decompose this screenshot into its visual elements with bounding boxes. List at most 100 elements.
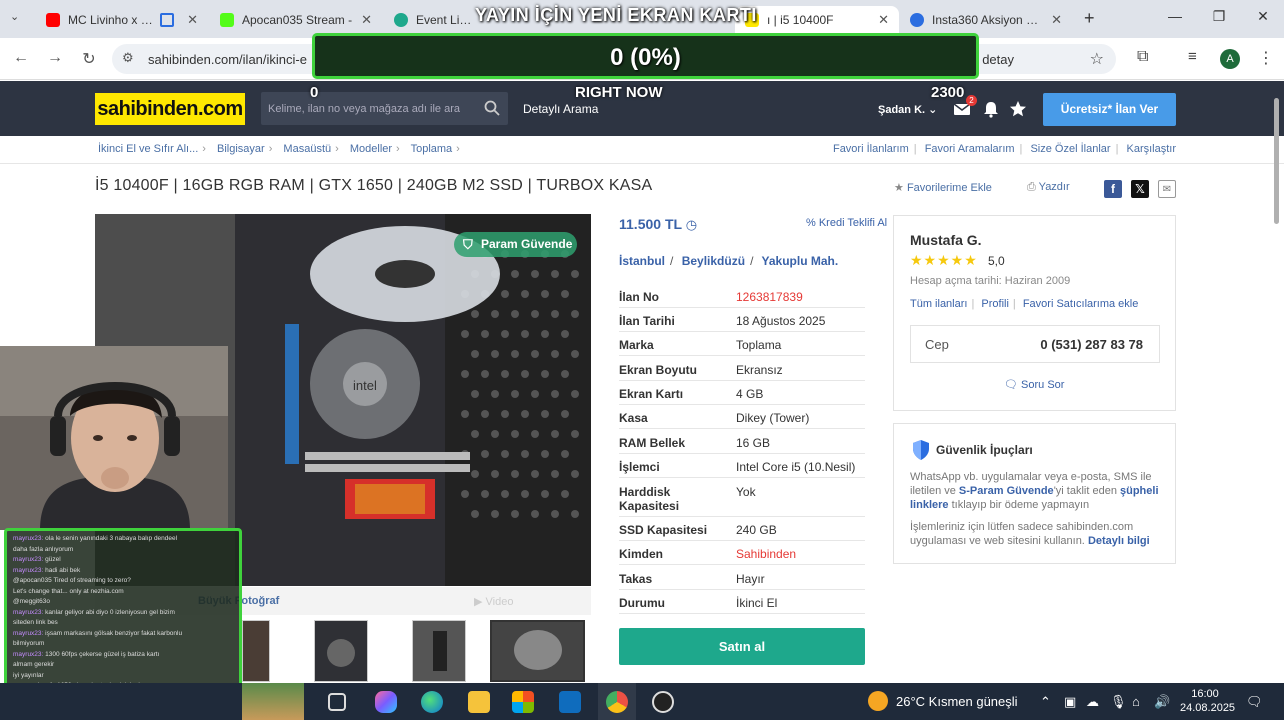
- breadcrumb-item[interactable]: Modeller: [350, 143, 392, 155]
- browser-menu-icon[interactable]: ⋮: [1258, 48, 1274, 68]
- browser-tab[interactable]: MC Livinho x DJ G ✕: [36, 6, 208, 34]
- edge-icon[interactable]: [421, 691, 443, 713]
- price-history-icon[interactable]: ◷: [686, 217, 697, 232]
- favorite-seller-link[interactable]: Favori Satıcılarıma ekle: [1023, 298, 1139, 310]
- minimize-button[interactable]: —: [1160, 8, 1190, 24]
- browser-tab[interactable]: Event List / St: [384, 6, 484, 34]
- location-city-link[interactable]: İstanbul: [619, 254, 665, 268]
- network-icon[interactable]: ⌂: [1132, 694, 1140, 709]
- notifications-icon[interactable]: 🗨: [1246, 694, 1263, 710]
- new-tab-button[interactable]: +: [1084, 8, 1095, 29]
- extensions-icon[interactable]: ⧉: [1137, 48, 1148, 66]
- weather-icon[interactable]: [868, 691, 888, 711]
- forward-button[interactable]: →: [44, 49, 66, 67]
- microphone-icon[interactable]: 🎙: [1110, 694, 1127, 710]
- clock[interactable]: 16:00 24.08.2025: [1180, 687, 1235, 715]
- photo-thumbnail[interactable]: [314, 620, 368, 682]
- svg-text:intel: intel: [353, 378, 377, 393]
- tray-chevron-icon[interactable]: ⌃: [1040, 694, 1051, 710]
- bell-icon[interactable]: [981, 99, 1001, 119]
- location-district-link[interactable]: Beylikdüzü: [682, 254, 745, 268]
- site-info-icon[interactable]: ⚙: [122, 50, 134, 66]
- chat-text: daha fazla anlıyorum: [13, 545, 74, 553]
- back-button[interactable]: ←: [10, 49, 32, 67]
- page-scrollbar-thumb[interactable]: [1274, 98, 1279, 224]
- task-view-icon[interactable]: [328, 693, 346, 711]
- bookmark-star-icon[interactable]: ☆: [1090, 49, 1104, 69]
- photo-thumbnail[interactable]: [242, 620, 270, 682]
- rating-stars-icon: ★★★★★: [910, 252, 978, 268]
- print-link[interactable]: ⎙ Yazdır: [1027, 181, 1070, 194]
- breadcrumb-item[interactable]: Masaüstü: [283, 143, 331, 155]
- tab-search-button[interactable]: ⌄: [10, 10, 19, 23]
- breadcrumb-item[interactable]: İkinci El ve Sıfır Alı...: [98, 143, 198, 155]
- all-listings-link[interactable]: Tüm ilanları: [910, 298, 967, 310]
- media-icon[interactable]: ≡: [1188, 48, 1197, 65]
- chat-message: mayrux23: hadi abi bek: [13, 567, 80, 574]
- close-tab-icon[interactable]: ✕: [187, 12, 198, 28]
- site-search-input[interactable]: [261, 92, 476, 125]
- close-tab-icon[interactable]: ✕: [1051, 12, 1062, 28]
- site-logo[interactable]: sahibinden.com: [95, 93, 245, 125]
- browser-tab-active[interactable]: ı | i5 10400F ✕: [735, 6, 899, 34]
- search-icon[interactable]: [484, 100, 500, 116]
- chat-message: mayrux23: 1300 60fps çekerse güzel iş ba…: [13, 651, 159, 658]
- detailed-info-link[interactable]: Detaylı bilgi: [1088, 535, 1150, 547]
- favorite-listings-link[interactable]: Favori İlanlarım: [833, 143, 909, 155]
- tab-title: Apocan035 Stream -: [242, 13, 353, 27]
- browser-tab[interactable]: Apocan035 Stream - ✕: [210, 6, 382, 34]
- breadcrumb-item[interactable]: Bilgisayar: [217, 143, 265, 155]
- notification-badge: 2: [966, 95, 977, 106]
- compare-link[interactable]: Karşılaştır: [1126, 143, 1176, 155]
- file-explorer-icon[interactable]: [468, 691, 490, 713]
- spec-value[interactable]: Sahibinden: [736, 547, 796, 561]
- spec-key: Takas: [619, 572, 653, 586]
- photo-thumbnail[interactable]: [412, 620, 466, 682]
- user-menu[interactable]: Şadan K. ⌄: [878, 103, 937, 116]
- obs-icon[interactable]: [652, 691, 674, 713]
- outlook-icon[interactable]: [559, 691, 581, 713]
- breadcrumb-item[interactable]: Toplama: [411, 143, 453, 155]
- chat-text: @meggit63o: [13, 598, 50, 605]
- photo-thumbnail-selected[interactable]: [490, 620, 585, 682]
- restore-button[interactable]: ❐: [1204, 8, 1234, 25]
- facebook-share-icon[interactable]: f: [1104, 180, 1122, 198]
- tray-app-icon[interactable]: ▣: [1064, 694, 1076, 710]
- favorite-searches-link[interactable]: Favori Aramalarım: [925, 143, 1015, 155]
- chat-text: @apocan035 Tired of streaming to zero?: [13, 577, 131, 584]
- close-window-button[interactable]: ✕: [1248, 8, 1278, 25]
- credit-offer-link[interactable]: % Kredi Teklifi Al: [806, 217, 887, 229]
- s-param-link[interactable]: S-Param Güvende: [959, 485, 1054, 497]
- taskbar-wallpaper-thumb: [242, 683, 304, 720]
- buy-button[interactable]: Satın al: [619, 628, 865, 665]
- copilot-icon[interactable]: [375, 691, 397, 713]
- close-tab-icon[interactable]: ✕: [361, 12, 372, 28]
- special-listings-link[interactable]: Size Özel İlanlar: [1030, 143, 1110, 155]
- x-share-icon[interactable]: 𝕏: [1131, 180, 1149, 198]
- profile-link[interactable]: Profili: [981, 298, 1009, 310]
- video-label: Video: [485, 596, 514, 608]
- ask-question-link[interactable]: 🗨 Soru Sor: [1004, 378, 1064, 391]
- chat-bubble-icon: 🗨: [1004, 379, 1018, 391]
- close-tab-icon[interactable]: ✕: [878, 12, 889, 28]
- post-free-listing-button[interactable]: Ücretsiz* İlan Ver: [1043, 93, 1176, 126]
- phone-number[interactable]: 0 (531) 287 83 78: [1040, 337, 1143, 352]
- spec-key: Kasa: [619, 411, 648, 425]
- weather-text[interactable]: 26°C Kısmen güneşli: [896, 694, 1018, 709]
- store-icon[interactable]: [512, 691, 534, 713]
- volume-icon[interactable]: 🔊: [1154, 694, 1170, 710]
- email-share-icon[interactable]: ✉: [1158, 180, 1176, 198]
- chat-message: @apocan035 Tired of streaming to zero?: [13, 577, 131, 584]
- profile-avatar[interactable]: A: [1220, 49, 1240, 69]
- location-neighborhood-link[interactable]: Yakuplu Mah.: [762, 254, 839, 268]
- browser-tab[interactable]: Insta360 Aksiyon Kam ✕: [900, 6, 1072, 34]
- video-tab[interactable]: ▶ Video: [474, 595, 513, 608]
- add-to-favorites-link[interactable]: ★ Favorilerime Ekle: [894, 181, 992, 194]
- detailed-search-link[interactable]: Detaylı Arama: [523, 102, 598, 116]
- param-guvende-badge[interactable]: ⛉ Param Güvende: [454, 232, 577, 257]
- star-icon[interactable]: [1008, 99, 1028, 119]
- reload-button[interactable]: ↻: [78, 49, 100, 69]
- cloud-icon[interactable]: ☁: [1086, 694, 1099, 710]
- seller-name[interactable]: Mustafa G.: [910, 232, 982, 248]
- security-tips-title: Güvenlik İpuçları: [936, 443, 1033, 457]
